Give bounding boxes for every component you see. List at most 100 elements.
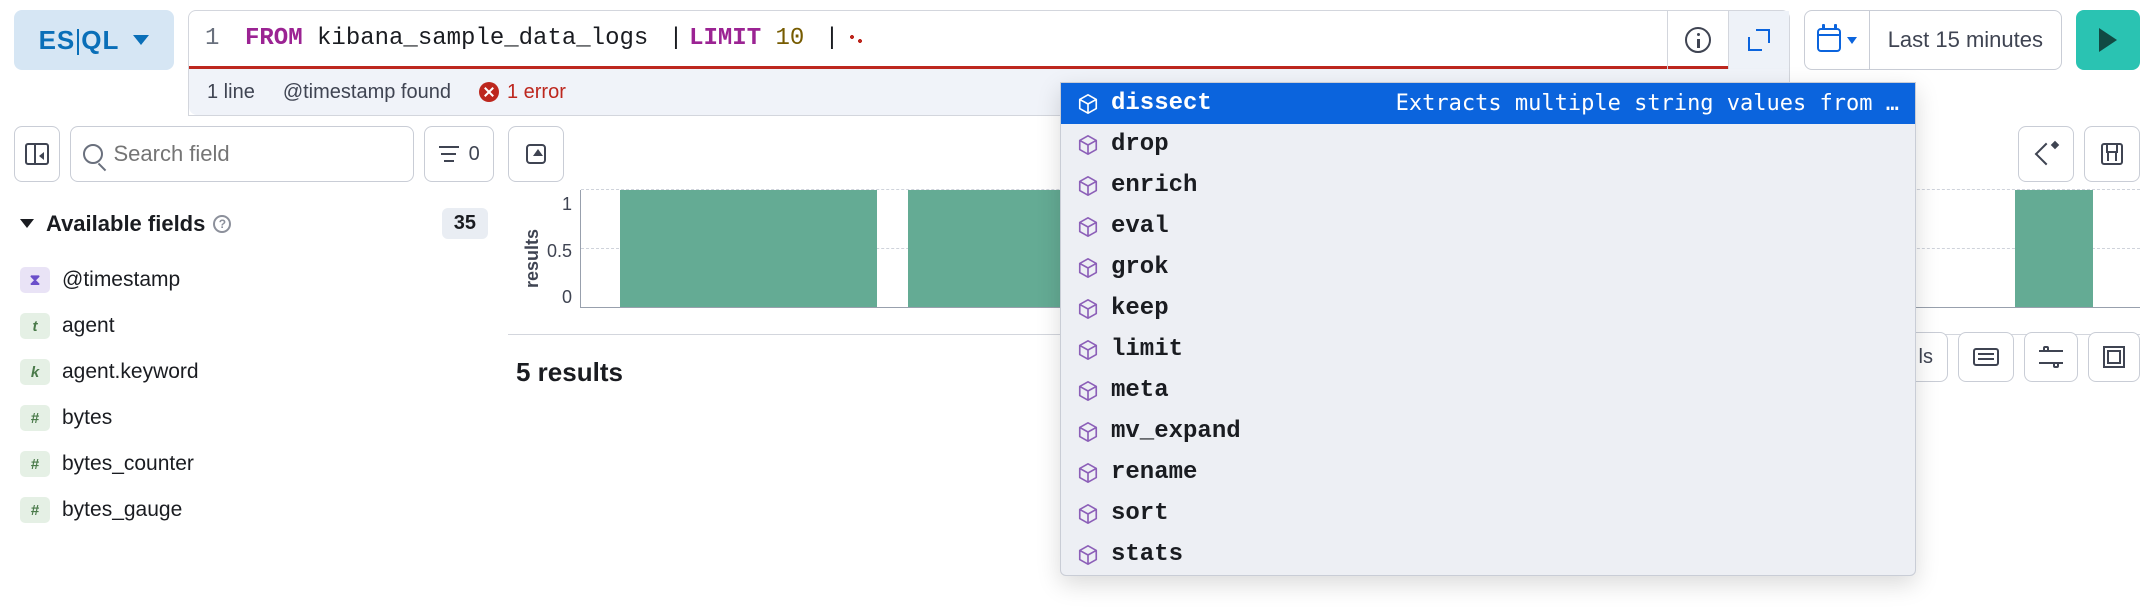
autocomplete-item[interactable]: drop — [1061, 124, 1915, 165]
cube-icon — [1077, 339, 1099, 361]
autocomplete-item[interactable]: enrich — [1061, 165, 1915, 206]
filter-icon — [439, 146, 459, 162]
available-fields-toggle[interactable]: Available fields ? 35 — [14, 192, 494, 247]
field-search[interactable] — [70, 126, 414, 182]
autocomplete-item-name: enrich — [1111, 172, 1197, 199]
cube-icon — [1077, 462, 1099, 484]
autocomplete-item-name: rename — [1111, 459, 1197, 486]
chevron-down-icon — [1847, 37, 1857, 44]
collapse-panel-icon — [25, 143, 49, 165]
line-number: 1 — [205, 25, 245, 52]
chevron-down-icon — [133, 35, 149, 45]
available-fields-title: Available fields ? — [46, 211, 430, 237]
field-name: agent.keyword — [62, 360, 199, 384]
cube-icon — [1077, 257, 1099, 279]
chart-bar[interactable] — [2015, 190, 2093, 307]
autocomplete-popup[interactable]: dissectExtracts multiple string values f… — [1060, 82, 1916, 576]
autocomplete-item[interactable]: stats — [1061, 534, 1915, 575]
expand-icon — [1748, 29, 1770, 51]
autocomplete-item-desc: Extracts multiple string values from … — [1396, 91, 1899, 116]
calendar-icon — [1817, 28, 1841, 52]
error-icon — [479, 82, 499, 102]
sliders-icon — [2039, 348, 2063, 366]
autocomplete-item-name: eval — [1111, 213, 1169, 240]
collapse-sidebar-button[interactable] — [14, 126, 60, 182]
field-type-icon: k — [20, 359, 50, 385]
chevron-down-icon — [20, 219, 34, 228]
autocomplete-item[interactable]: keep — [1061, 288, 1915, 329]
field-name: bytes — [62, 406, 112, 430]
chart-y-tick: 0 — [562, 287, 572, 308]
field-row[interactable]: # bytes — [14, 395, 494, 441]
language-picker-button[interactable]: ESQL — [14, 10, 174, 70]
autocomplete-item-name: keep — [1111, 295, 1169, 322]
field-type-icon: t — [20, 313, 50, 339]
keyboard-icon — [1973, 348, 1999, 366]
save-visualization-button[interactable] — [2084, 126, 2140, 182]
help-icon[interactable]: ? — [213, 215, 231, 233]
expand-editor-button[interactable] — [1729, 11, 1789, 69]
search-icon — [83, 144, 103, 164]
autocomplete-item-name: mv_expand — [1111, 418, 1241, 445]
cube-icon — [1077, 134, 1099, 156]
language-picker-label: ESQL — [39, 25, 120, 56]
cube-icon — [1077, 421, 1099, 443]
autocomplete-item-name: limit — [1111, 336, 1183, 363]
chart-y-label: results — [518, 190, 547, 326]
autocomplete-item[interactable]: dissectExtracts multiple string values f… — [1061, 83, 1915, 124]
cube-icon — [1077, 544, 1099, 566]
timerange-label: Last 15 minutes — [1884, 27, 2061, 53]
autocomplete-item[interactable]: eval — [1061, 206, 1915, 247]
info-icon — [1685, 27, 1711, 53]
cube-icon — [1077, 216, 1099, 238]
field-type-icon: # — [20, 405, 50, 431]
pencil-icon — [2036, 144, 2056, 164]
cube-icon — [1077, 175, 1099, 197]
cube-icon — [1077, 503, 1099, 525]
cube-icon — [1077, 93, 1099, 115]
arrow-up-box-icon — [526, 144, 546, 164]
field-type-icon: # — [20, 497, 50, 523]
field-filter-button[interactable]: 0 — [424, 126, 494, 182]
query-line[interactable]: 1 FROM kibana_sample_data_logs | LIMIT 1… — [189, 11, 1789, 69]
field-row[interactable]: # bytes_gauge — [14, 487, 494, 533]
autocomplete-item-name: grok — [1111, 254, 1169, 281]
field-row[interactable]: tagent — [14, 303, 494, 349]
chart-y-tick: 1 — [562, 194, 572, 215]
display-options-button[interactable] — [2024, 332, 2078, 382]
field-row[interactable]: #bytes_counter — [14, 441, 494, 487]
field-type-icon: # — [20, 451, 50, 477]
autocomplete-item-name: sort — [1111, 500, 1169, 527]
chart-collapse-button[interactable] — [508, 126, 564, 182]
cube-icon — [1077, 380, 1099, 402]
run-query-button[interactable] — [2076, 10, 2140, 70]
field-row[interactable]: k agent.keyword — [14, 349, 494, 395]
field-name: bytes_gauge — [62, 498, 182, 522]
status-lines: 1 line — [207, 81, 255, 104]
fullscreen-button[interactable] — [2088, 332, 2140, 382]
autocomplete-item[interactable]: grok — [1061, 247, 1915, 288]
timerange-button[interactable]: Last 15 minutes — [1804, 10, 2062, 70]
field-name: @timestamp — [62, 268, 180, 292]
query-help-button[interactable] — [1668, 11, 1728, 69]
autocomplete-item-name: drop — [1111, 131, 1169, 158]
display-keyboard-button[interactable] — [1958, 332, 2014, 382]
field-filter-count: 0 — [469, 143, 480, 166]
save-icon — [2101, 143, 2123, 165]
chart-y-tick: 0.5 — [547, 241, 572, 262]
autocomplete-item[interactable]: meta — [1061, 370, 1915, 411]
field-row[interactable]: ⧗ @timestamp — [14, 257, 494, 303]
autocomplete-item[interactable]: sort — [1061, 493, 1915, 534]
edit-visualization-button[interactable] — [2018, 126, 2074, 182]
chart-bar[interactable] — [620, 190, 877, 307]
status-errors[interactable]: 1 error — [479, 81, 566, 104]
autocomplete-item[interactable]: limit — [1061, 329, 1915, 370]
autocomplete-item[interactable]: mv_expand — [1061, 411, 1915, 452]
cube-icon — [1077, 298, 1099, 320]
autocomplete-item[interactable]: rename — [1061, 452, 1915, 493]
status-timestamp: @timestamp found — [283, 81, 451, 104]
field-type-icon: ⧗ — [20, 267, 50, 293]
error-squiggle-icon — [849, 34, 863, 44]
field-search-input[interactable] — [113, 141, 401, 167]
fullscreen-icon — [2103, 346, 2125, 368]
